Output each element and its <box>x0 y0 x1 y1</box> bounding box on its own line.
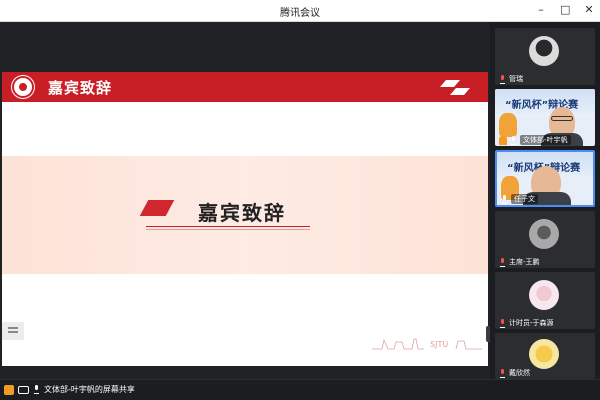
university-logo-icon <box>12 76 34 98</box>
title-bar: 腾讯会议 – □ ✕ <box>0 0 600 22</box>
participant-tile[interactable]: 计时员-于森源 <box>495 272 595 329</box>
campus-skyline-art: SJTU <box>372 338 482 350</box>
mic-muted-icon <box>499 74 506 84</box>
participant-tile[interactable]: 戴欣然 <box>495 333 595 379</box>
participant-tile[interactable]: 主席-王鹏 <box>495 211 595 268</box>
mic-icon <box>510 135 517 145</box>
mic-icon <box>33 385 40 394</box>
minimize-icon[interactable]: – <box>536 4 546 16</box>
mic-icon <box>501 194 508 204</box>
glasses-icon <box>551 116 573 121</box>
avatar <box>529 36 559 66</box>
participant-name: 计时员-于森源 <box>509 319 554 327</box>
screen-share-indicator[interactable]: 文体部-叶宇帆的屏幕共享 <box>4 384 135 395</box>
participant-label: 主席-王鹏 <box>495 256 544 268</box>
meeting-app: 腾讯会议 – □ ✕ 嘉宾致辞 嘉宾致辞 SJTU 管瑞 “新风杯”辩论赛 文体… <box>0 0 600 400</box>
participant-name: 主席-王鹏 <box>509 258 540 266</box>
mic-muted-icon <box>499 318 506 328</box>
avatar <box>529 339 559 369</box>
avatar <box>529 219 559 249</box>
window-controls: – □ ✕ <box>536 4 594 16</box>
bottom-status-bar: 文体部-叶宇帆的屏幕共享 <box>0 379 600 400</box>
shared-screen-stage: 嘉宾致辞 嘉宾致辞 SJTU <box>0 22 491 379</box>
participant-label: 任子文 <box>497 193 542 205</box>
title-underline <box>146 226 310 227</box>
slide-header: 嘉宾致辞 <box>2 72 488 102</box>
maximize-icon[interactable]: □ <box>560 4 570 16</box>
participant-label: 管瑞 <box>495 73 527 85</box>
slide-header-title: 嘉宾致辞 <box>48 79 113 97</box>
participant-label: 计时员-于森源 <box>495 317 558 329</box>
slide-center-title: 嘉宾致辞 <box>198 201 286 225</box>
share-status-text: 文体部-叶宇帆的屏幕共享 <box>44 385 135 394</box>
participant-name: 任子文 <box>511 194 538 204</box>
title-underline-secondary <box>146 229 310 230</box>
host-user-icon <box>4 384 14 395</box>
presentation-slide: 嘉宾致辞 嘉宾致辞 SJTU <box>2 72 488 366</box>
header-decoration-icon <box>440 80 470 95</box>
screen-share-icon <box>18 385 29 394</box>
mic-muted-icon <box>499 257 506 267</box>
skyline-text: SJTU <box>430 340 448 349</box>
host-user-icon <box>499 135 507 145</box>
participant-video-tile[interactable]: “新风杯”辩论赛 文体部-叶宇帆 <box>495 89 595 146</box>
mic-muted-icon <box>499 368 506 378</box>
participant-name: 管瑞 <box>509 75 523 83</box>
participant-name: 戴欣然 <box>509 369 530 377</box>
participant-video-tile-active[interactable]: “新风杯”辩论赛 任子文 <box>495 150 595 207</box>
window-title: 腾讯会议 <box>280 8 320 19</box>
slide-list-toggle[interactable] <box>2 322 24 340</box>
participant-panel: 管瑞 “新风杯”辩论赛 文体部-叶宇帆 “新风杯”辩论赛 任子文 <box>490 22 600 379</box>
participant-tile[interactable]: 管瑞 <box>495 28 595 85</box>
participant-name: 文体部-叶宇帆 <box>520 135 571 145</box>
avatar <box>529 280 559 310</box>
close-icon[interactable]: ✕ <box>584 4 594 16</box>
participant-label: 文体部-叶宇帆 <box>495 134 575 146</box>
participant-label: 戴欣然 <box>495 367 534 379</box>
